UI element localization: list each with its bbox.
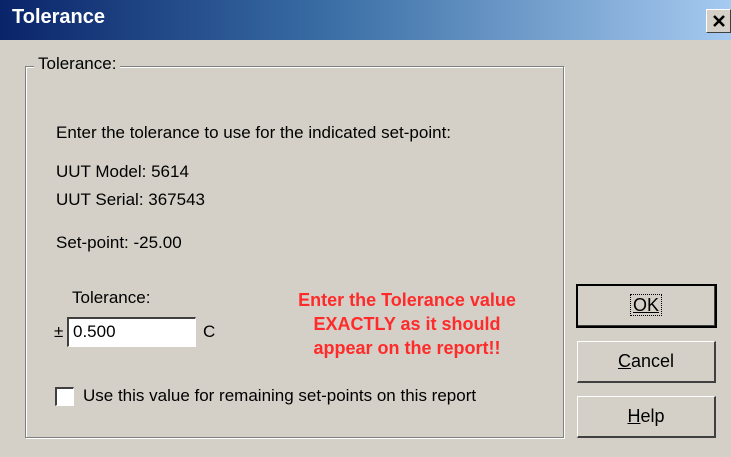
instruction-text: Enter the tolerance to use for the indic… <box>56 123 452 142</box>
warning-line-3: appear on the report!! <box>313 338 501 358</box>
use-for-remaining-checkbox[interactable] <box>55 387 74 406</box>
warning-line-1: Enter the Tolerance value <box>298 290 516 310</box>
help-button-label: elp <box>640 406 665 426</box>
uut-serial-text: UUT Serial: 367543 <box>56 190 205 209</box>
groupbox-label: Tolerance: <box>34 54 121 74</box>
help-accel-key: H <box>627 406 641 426</box>
cancel-button-label: ancel <box>630 351 675 371</box>
set-point-text: Set-point: -25.00 <box>56 233 182 252</box>
unit-label: C <box>203 322 216 341</box>
tolerance-input[interactable]: 0.500 <box>67 317 196 347</box>
close-icon <box>713 15 725 27</box>
ok-button[interactable]: OK <box>576 284 717 328</box>
ok-button-label: OK <box>629 294 662 316</box>
tolerance-field-label: Tolerance: <box>72 288 151 307</box>
cancel-accel-key: C <box>617 351 631 371</box>
uut-model-text: UUT Model: 5614 <box>56 162 189 181</box>
cancel-button[interactable]: Cancel <box>577 341 716 383</box>
window-title: Tolerance <box>12 6 105 28</box>
checkbox-label[interactable]: Use this value for remaining set-points … <box>83 386 476 406</box>
help-button[interactable]: Help <box>577 396 716 438</box>
tolerance-dialog: Tolerance Tolerance: Enter the tolerance… <box>0 0 731 457</box>
warning-message: Enter the Tolerance value EXACTLY as it … <box>268 288 546 360</box>
warning-line-2: EXACTLY as it should <box>313 314 501 334</box>
plus-minus-symbol: ± <box>54 322 64 341</box>
close-button[interactable] <box>706 9 731 33</box>
title-bar[interactable]: Tolerance <box>0 0 731 40</box>
